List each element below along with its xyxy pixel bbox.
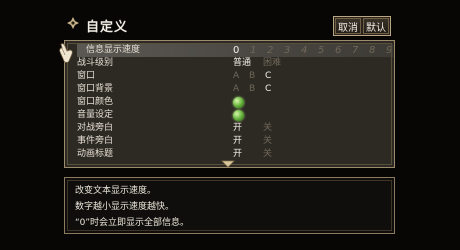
setting-label: 对战旁白 (77, 123, 114, 133)
setting-row-window-color[interactable]: 窗口颜色 (77, 96, 393, 109)
sound-gem-icon[interactable] (233, 110, 244, 121)
window-color-gem-icon[interactable] (233, 97, 244, 108)
speed-option-0[interactable]: 0 (233, 44, 239, 57)
game-screen: 自定义 取消 默认 信息显示速度 0 1 2 3 4 5 6 7 8 9 战斗级… (0, 0, 460, 250)
window-bg-option-b[interactable]: B (249, 83, 255, 96)
setting-label: 窗口颜色 (77, 97, 114, 107)
setting-row-battle-level[interactable]: 战斗级别 普通 困难 (77, 57, 393, 70)
setting-label: 窗口背景 (77, 84, 114, 94)
window-option-b[interactable]: B (249, 70, 255, 83)
pointer-hand-icon (59, 43, 73, 63)
setting-label: 战斗级别 (77, 58, 114, 68)
header-button-group: 取消 默认 (333, 16, 391, 36)
event-voice-on[interactable]: 开 (233, 135, 242, 148)
default-button[interactable]: 默认 (363, 18, 389, 34)
setting-row-battle-voice[interactable]: 对战旁白 开 关 (77, 122, 393, 135)
page-title: 自定义 (86, 20, 129, 35)
setting-row-sound[interactable]: 音量设定 (77, 109, 393, 122)
window-bg-option-c[interactable]: C (265, 83, 271, 96)
setting-row-anim-title[interactable]: 动画标题 开 关 (77, 148, 393, 161)
window-option-a[interactable]: A (233, 70, 239, 83)
settings-panel: 信息显示速度 0 1 2 3 4 5 6 7 8 9 战斗级别 普通 困难 窗口… (64, 40, 395, 168)
anim-title-off[interactable]: 关 (263, 148, 272, 161)
description-box: 改变文本显示速度。 数字越小显示速度越快。 “0”时会立即显示全部信息。 (64, 177, 395, 234)
setting-label: 动画标题 (77, 149, 114, 159)
speed-option-3[interactable]: 3 (284, 44, 290, 57)
event-voice-off[interactable]: 关 (263, 135, 272, 148)
setting-label: 窗口 (77, 71, 96, 81)
setting-label: 信息显示速度 (86, 45, 141, 55)
speed-option-2[interactable]: 2 (267, 44, 273, 57)
scroll-down-arrow-icon[interactable] (221, 160, 235, 168)
battle-level-normal[interactable]: 普通 (233, 57, 251, 70)
setting-label: 事件旁白 (77, 136, 114, 146)
setting-row-window[interactable]: 窗口 A B C (77, 70, 393, 83)
battle-voice-on[interactable]: 开 (233, 122, 242, 135)
window-bg-option-a[interactable]: A (233, 83, 239, 96)
speed-option-1[interactable]: 1 (250, 44, 256, 57)
speed-option-5[interactable]: 5 (318, 44, 324, 57)
setting-label: 音量设定 (77, 110, 114, 120)
speed-option-6[interactable]: 6 (335, 44, 341, 57)
speed-option-4[interactable]: 4 (301, 44, 307, 57)
setting-row-window-bg[interactable]: 窗口背景 A B C (77, 83, 393, 96)
description-line: 数字越小显示速度越快。 (75, 202, 175, 212)
description-line: “0”时会立即显示全部信息。 (75, 218, 190, 228)
battle-voice-off[interactable]: 关 (263, 122, 272, 135)
speed-option-7[interactable]: 7 (352, 44, 358, 57)
cancel-button[interactable]: 取消 (335, 18, 361, 34)
speed-option-8[interactable]: 8 (369, 44, 375, 57)
battle-level-hard[interactable]: 困难 (263, 57, 281, 70)
description-line: 改变文本显示速度。 (75, 186, 157, 196)
fleur-icon (67, 17, 79, 29)
setting-row-event-voice[interactable]: 事件旁白 开 关 (77, 135, 393, 148)
setting-row-text-speed[interactable]: 信息显示速度 0 1 2 3 4 5 6 7 8 9 (77, 44, 393, 57)
window-option-c[interactable]: C (265, 70, 271, 83)
speed-option-9[interactable]: 9 (386, 44, 392, 57)
